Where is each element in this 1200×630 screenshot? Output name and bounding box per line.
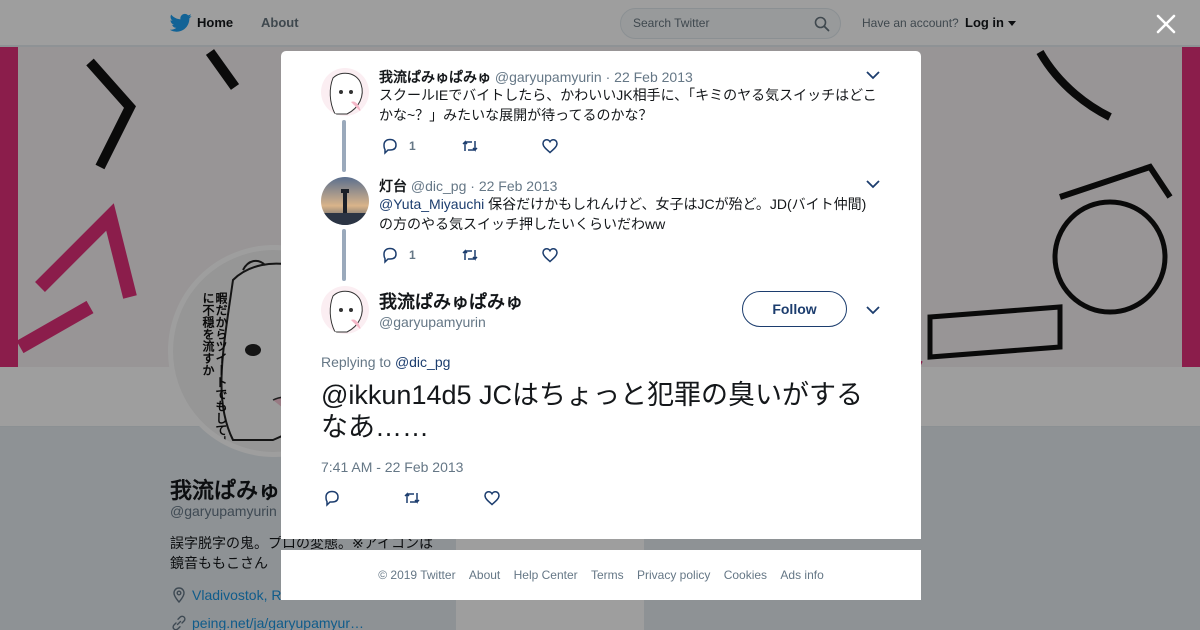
footer-link-privacy[interactable]: Privacy policy — [637, 568, 710, 582]
tweet-2-header: 灯台 @dic_pg · 22 Feb 2013 — [379, 176, 557, 196]
tweet-2-handle[interactable]: @dic_pg — [411, 178, 466, 194]
retweet-icon — [404, 492, 420, 504]
reply-icon — [325, 490, 339, 507]
main-tweet-avatar[interactable] — [321, 286, 369, 334]
retweet-button[interactable] — [461, 137, 479, 157]
main-tweet-name[interactable]: 我流ぱみゅぱみゅ — [379, 288, 523, 314]
thread-connector-line — [342, 229, 346, 281]
tweet-2-text: @Yuta_Miyauchi 保谷だけかもしれんけど、女子はJCが殆ど。JD(バ… — [379, 194, 879, 234]
tweet-1-avatar[interactable] — [321, 68, 369, 116]
tweet-1-text: スクールIEでバイトしたら、かわいいJK相手に、「キミのヤる気スイッチはどこかな… — [379, 87, 877, 123]
reply-button[interactable] — [323, 489, 341, 509]
retweet-button[interactable] — [403, 489, 421, 509]
retweet-icon — [462, 249, 478, 261]
heart-icon — [484, 491, 500, 506]
replying-to-mention[interactable]: @dic_pg — [395, 354, 450, 370]
reply-button[interactable]: 1 — [381, 246, 416, 266]
chevron-down-icon[interactable] — [866, 180, 880, 189]
chevron-down-icon[interactable] — [866, 71, 880, 80]
reply-count: 1 — [409, 248, 416, 262]
footer-copyright: © 2019 Twitter — [378, 568, 456, 582]
tweet-1-header: 我流ぱみゅぱみゅ @garyupamyurin · 22 Feb 2013 — [379, 67, 693, 87]
reply-icon — [383, 247, 397, 264]
main-tweet-timestamp[interactable]: 7:41 AM - 22 Feb 2013 — [321, 459, 463, 475]
reply-icon — [383, 138, 397, 155]
footer-link-help-center[interactable]: Help Center — [514, 568, 578, 582]
like-button[interactable] — [483, 489, 501, 509]
tweet-1-avatar-art — [321, 68, 369, 116]
thread-connector-line — [342, 120, 346, 172]
tweet-1-name[interactable]: 我流ぱみゅぱみゅ — [379, 69, 491, 85]
reply-count: 1 — [409, 139, 416, 153]
chevron-down-icon[interactable] — [866, 306, 880, 315]
footer-links: © 2019 Twitter About Help Center Terms P… — [281, 568, 921, 582]
tweet-2-avatar[interactable] — [321, 177, 369, 225]
retweet-icon — [462, 140, 478, 152]
tweet-2-avatar-art — [321, 177, 369, 225]
tweet-1-date[interactable]: 22 Feb 2013 — [614, 69, 693, 85]
footer-link-cookies[interactable]: Cookies — [724, 568, 767, 582]
follow-button[interactable]: Follow — [742, 291, 847, 327]
main-tweet-text: @ikkun14d5 JCはちょっと犯罪の臭いがするなあ…… — [321, 380, 864, 442]
close-icon[interactable] — [1154, 12, 1178, 36]
separator-dot: · — [470, 178, 475, 194]
tweet-2-mention[interactable]: @Yuta_Miyauchi — [379, 196, 484, 212]
main-tweet-avatar-art — [321, 286, 369, 334]
footer-link-ads-info[interactable]: Ads info — [780, 568, 823, 582]
tweet-2-name[interactable]: 灯台 — [379, 178, 407, 194]
replying-to: Replying to @dic_pg — [321, 354, 450, 370]
reply-button[interactable]: 1 — [381, 137, 416, 157]
like-button[interactable] — [541, 137, 559, 157]
footer-link-terms[interactable]: Terms — [591, 568, 624, 582]
separator-dot: · — [605, 69, 611, 85]
heart-icon — [542, 139, 558, 154]
modal-footer: © 2019 Twitter About Help Center Terms P… — [281, 550, 921, 600]
tweet-2-date[interactable]: 22 Feb 2013 — [479, 178, 558, 194]
main-tweet-handle[interactable]: @garyupamyurin — [379, 314, 486, 330]
tweet-permalink-modal: 我流ぱみゅぱみゅ @garyupamyurin · 22 Feb 2013 スク… — [281, 51, 921, 539]
retweet-button[interactable] — [461, 246, 479, 266]
footer-link-about[interactable]: About — [469, 568, 500, 582]
tweet-1-handle[interactable]: @garyupamyurin — [495, 69, 602, 85]
like-button[interactable] — [541, 246, 559, 266]
heart-icon — [542, 248, 558, 263]
replying-to-label: Replying to — [321, 354, 395, 370]
